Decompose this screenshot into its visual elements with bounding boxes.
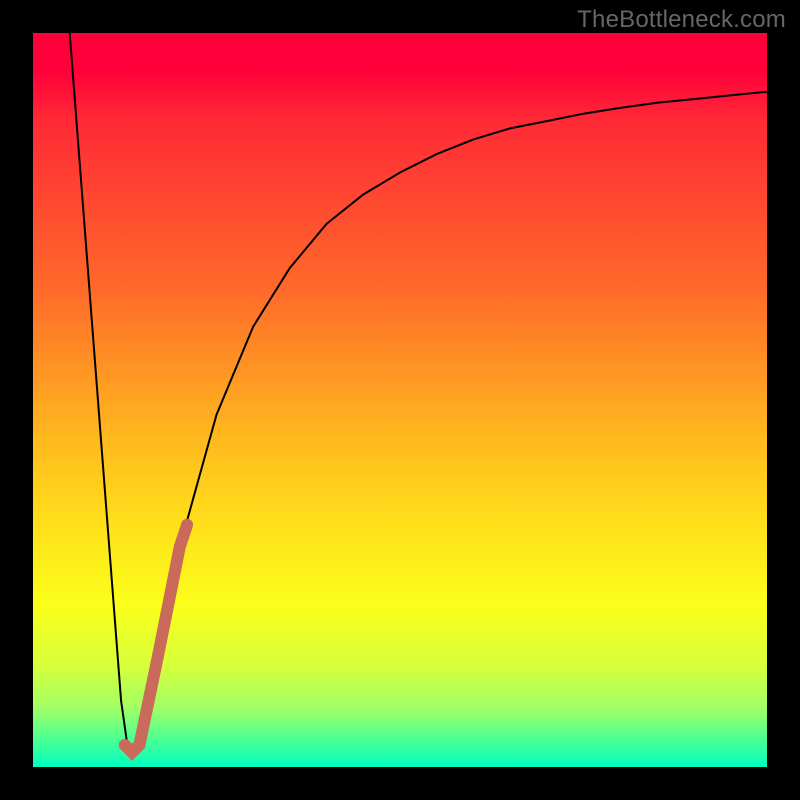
highlight-segment bbox=[125, 525, 187, 753]
bottleneck-curve bbox=[70, 33, 767, 752]
chart-overlay bbox=[33, 33, 767, 767]
watermark-label: TheBottleneck.com bbox=[577, 6, 786, 34]
